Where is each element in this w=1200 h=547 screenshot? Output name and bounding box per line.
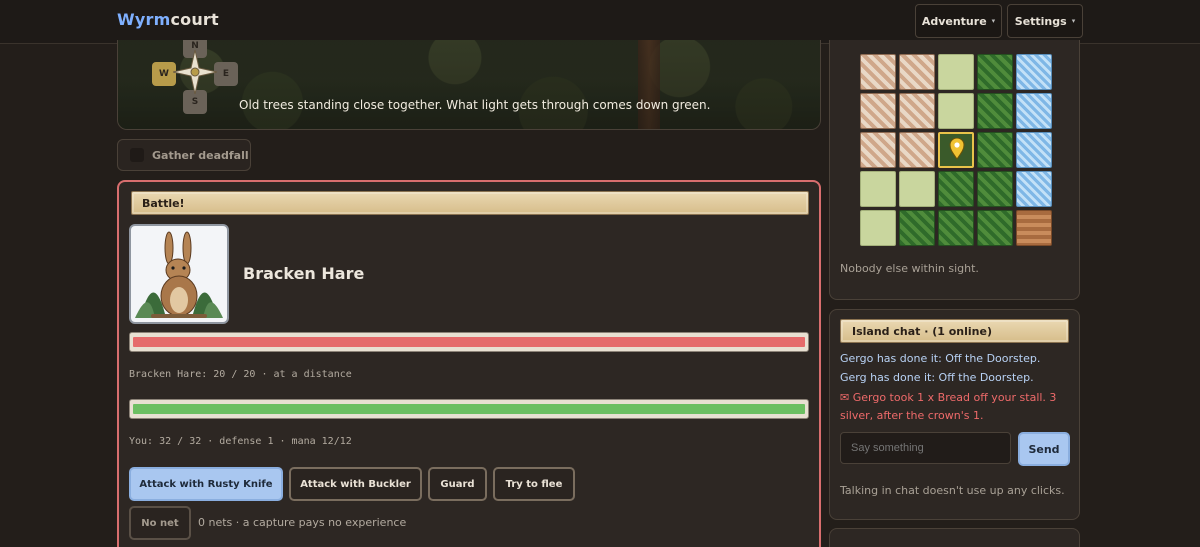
map-tile-water[interactable] — [1016, 132, 1052, 168]
chat-alert-message: ✉ Gergo took 1 x Bread off your stall. 3… — [840, 391, 1057, 422]
brand-part-2: court — [170, 10, 219, 29]
map-tile-forest[interactable] — [977, 171, 1013, 207]
top-bar: Wyrmcourt Adventure ▾ Settings ▾ — [0, 0, 1200, 44]
enemy-status-text: Bracken Hare: 20 / 20 · at a distance — [129, 369, 352, 380]
lower-panel — [829, 528, 1080, 547]
map-tile-current[interactable] — [938, 132, 974, 168]
chat-message: Gergo has done it: Off the Doorstep. — [840, 352, 1041, 365]
battle-banner: Battle! — [131, 191, 809, 215]
compass-east-button[interactable]: E — [214, 62, 238, 86]
player-hp-fill — [133, 404, 805, 414]
chat-header: Island chat · (1 online) — [840, 319, 1069, 343]
chat-note: Talking in chat doesn't use up any click… — [840, 484, 1065, 497]
enemy-hp-bar — [129, 332, 809, 352]
location-pin-icon — [949, 138, 965, 160]
adventure-menu-button[interactable]: Adventure ▾ — [915, 4, 1002, 38]
map-tile-town[interactable] — [860, 54, 896, 90]
map-tile-water[interactable] — [1016, 171, 1052, 207]
map-tile-water[interactable] — [1016, 93, 1052, 129]
chat-message: Gerg has done it: Off the Doorstep. — [840, 371, 1034, 384]
chevron-down-icon: ▾ — [991, 17, 996, 25]
enemy-hp-fill — [133, 337, 805, 347]
nets-info: 0 nets · a capture pays no experience — [198, 516, 407, 529]
scene-description: Old trees standing close together. What … — [239, 98, 711, 112]
map-tile-field[interactable] — [899, 171, 935, 207]
map-tile-field[interactable] — [938, 54, 974, 90]
map-tile-forest[interactable] — [938, 210, 974, 246]
no-net-button[interactable]: No net — [129, 506, 191, 540]
nearby-players-text: Nobody else within sight. — [840, 262, 979, 275]
attack-buckler-button[interactable]: Attack with Buckler — [289, 467, 422, 501]
brand-logo[interactable]: Wyrmcourt — [117, 10, 219, 29]
compass-rose-icon — [173, 50, 217, 94]
map-tile-town[interactable] — [860, 93, 896, 129]
gather-deadfall-label: Gather deadfall — [152, 148, 249, 162]
map-panel: Nobody else within sight. — [829, 40, 1080, 300]
map-tile-field[interactable] — [860, 171, 896, 207]
settings-menu-button[interactable]: Settings ▾ — [1007, 4, 1083, 38]
map-tile-forest[interactable] — [977, 132, 1013, 168]
map-tile-forest[interactable] — [938, 171, 974, 207]
attack-rusty-knife-button[interactable]: Attack with Rusty Knife — [129, 467, 283, 501]
map-tile-field[interactable] — [860, 210, 896, 246]
map-tile-forest[interactable] — [977, 93, 1013, 129]
map-tile-bridge[interactable] — [1016, 210, 1052, 246]
map-tile-field[interactable] — [938, 93, 974, 129]
map-tile-town[interactable] — [899, 93, 935, 129]
map-tile-forest[interactable] — [977, 210, 1013, 246]
deadfall-icon — [130, 148, 144, 162]
map-tile-water[interactable] — [1016, 54, 1052, 90]
map-tile-town[interactable] — [899, 132, 935, 168]
compass: N W E S — [134, 40, 238, 116]
map-tile-forest[interactable] — [977, 54, 1013, 90]
player-hp-bar — [129, 399, 809, 419]
chat-input[interactable] — [840, 432, 1011, 464]
location-scene: N W E S Old trees standing close togethe… — [117, 40, 821, 130]
brand-part-1: Wyrm — [117, 10, 171, 29]
guard-button[interactable]: Guard — [428, 467, 487, 501]
battle-panel: Battle! Bracken Hare Bracken Hare: 20 / … — [117, 180, 821, 547]
try-to-flee-button[interactable]: Try to flee — [493, 467, 575, 501]
enemy-portrait — [129, 224, 229, 324]
player-status-text: You: 32 / 32 · defense 1 · mana 12/12 — [129, 436, 352, 447]
send-button[interactable]: Send — [1018, 432, 1070, 466]
chat-panel: Island chat · (1 online) Gergo has done … — [829, 309, 1080, 520]
map-tile-town[interactable] — [860, 132, 896, 168]
chevron-down-icon: ▾ — [1071, 17, 1076, 25]
hare-image — [135, 231, 223, 318]
map-tile-town[interactable] — [899, 54, 935, 90]
map-tile-forest[interactable] — [899, 210, 935, 246]
enemy-name: Bracken Hare — [243, 264, 365, 283]
adventure-menu-label: Adventure — [921, 14, 987, 28]
settings-menu-label: Settings — [1014, 14, 1067, 28]
gather-deadfall-button[interactable]: Gather deadfall — [117, 139, 251, 171]
